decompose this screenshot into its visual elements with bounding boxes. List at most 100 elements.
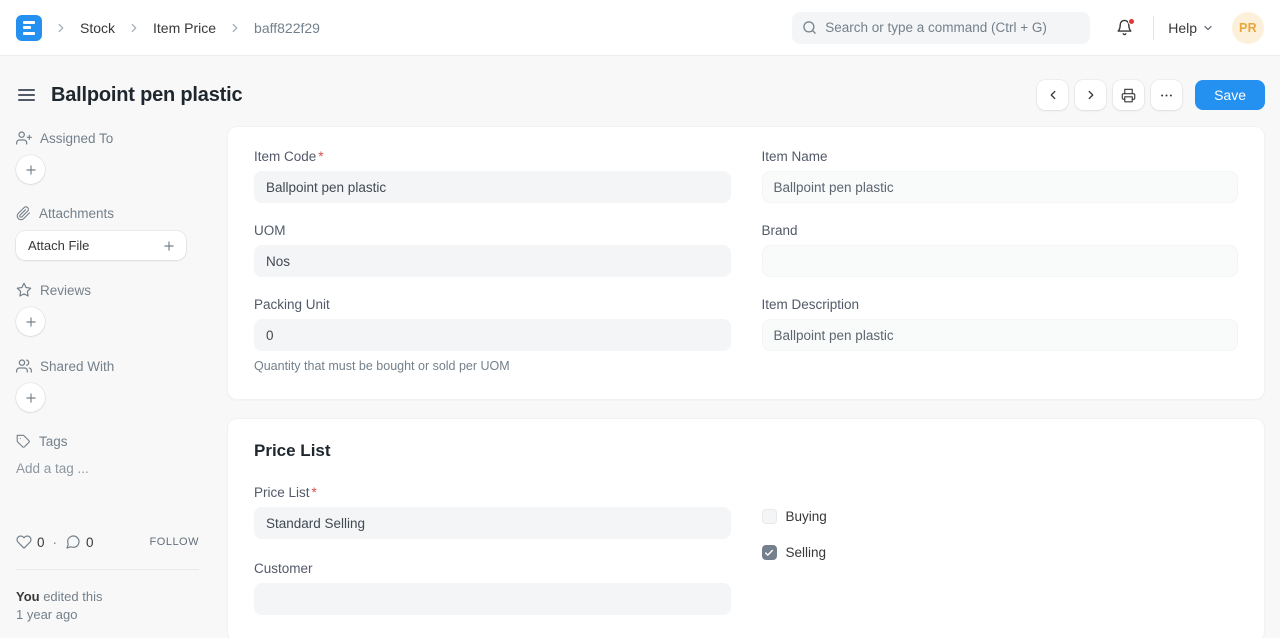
item-code-field: Item Code*: [254, 149, 731, 203]
plus-icon: [24, 163, 38, 177]
plus-icon: [24, 315, 38, 329]
packing-unit-help: Quantity that must be bought or sold per…: [254, 359, 731, 373]
sidebar-toggle-icon[interactable]: [16, 85, 37, 105]
add-assignment-button[interactable]: [16, 155, 45, 184]
item-name-label: Item Name: [762, 149, 1239, 164]
sidebar-footer: 0 · 0 FOLLOW You edited this 1 year ago: [16, 534, 199, 624]
save-button[interactable]: Save: [1195, 80, 1265, 110]
chevron-right-icon: [226, 21, 244, 35]
notification-dot: [1128, 18, 1135, 25]
plus-icon: [162, 239, 176, 253]
edited-by: You: [16, 589, 40, 604]
dot-separator: ·: [53, 535, 58, 550]
required-marker: *: [312, 485, 317, 500]
packing-unit-input[interactable]: [254, 319, 731, 351]
user-plus-icon: [16, 130, 32, 146]
required-marker: *: [318, 149, 323, 164]
edited-action: edited this: [40, 589, 103, 604]
more-options-button[interactable]: [1151, 80, 1182, 110]
customer-field: Customer: [254, 561, 731, 615]
brand-field: Brand: [762, 223, 1239, 277]
chevron-left-icon: [1046, 88, 1060, 102]
packing-unit-label: Packing Unit: [254, 297, 731, 312]
chevron-right-icon: [125, 21, 143, 35]
print-button[interactable]: [1113, 80, 1144, 110]
breadcrumb: Stock Item Price baff822f29: [16, 15, 320, 41]
assigned-to-section: Assigned To: [16, 130, 199, 184]
buying-checkbox[interactable]: [762, 509, 777, 524]
like-button[interactable]: 0: [16, 534, 45, 550]
item-description-label: Item Description: [762, 297, 1239, 312]
add-share-button[interactable]: [16, 383, 45, 412]
tags-label: Tags: [39, 434, 68, 449]
plus-icon: [24, 391, 38, 405]
item-code-label: Item Code*: [254, 149, 731, 164]
buying-checkbox-row[interactable]: Buying: [762, 509, 1239, 524]
add-tag-input[interactable]: Add a tag ...: [16, 461, 199, 476]
attach-file-button[interactable]: Attach File: [16, 231, 186, 260]
page-title: Ballpoint pen plastic: [51, 84, 242, 107]
heart-icon: [16, 534, 32, 550]
navbar-divider: [1153, 16, 1154, 40]
top-navbar: Stock Item Price baff822f29 Help: [0, 0, 1280, 56]
sidebar-divider: [16, 569, 199, 570]
price-list-section-heading: Price List: [254, 441, 1238, 461]
item-name-input[interactable]: [762, 171, 1239, 203]
global-search[interactable]: [792, 12, 1090, 44]
printer-icon: [1121, 88, 1136, 103]
uom-input[interactable]: [254, 245, 731, 277]
engagement-row: 0 · 0 FOLLOW: [16, 534, 199, 550]
attachments-label: Attachments: [39, 206, 114, 221]
selling-label: Selling: [786, 545, 827, 560]
reviews-label: Reviews: [40, 283, 91, 298]
chevron-down-icon: [1202, 22, 1214, 34]
breadcrumb-stock[interactable]: Stock: [80, 20, 115, 36]
follow-button[interactable]: FOLLOW: [150, 536, 199, 548]
attachments-section: Attachments Attach File: [16, 206, 199, 260]
edited-when: 1 year ago: [16, 607, 77, 622]
search-input[interactable]: [825, 20, 1080, 35]
avatar-initials: PR: [1239, 21, 1257, 35]
breadcrumb-item-price[interactable]: Item Price: [153, 20, 216, 36]
avatar[interactable]: PR: [1232, 12, 1264, 44]
buying-label: Buying: [786, 509, 827, 524]
help-menu[interactable]: Help: [1168, 20, 1214, 36]
attach-file-label: Attach File: [28, 238, 89, 253]
brand-input[interactable]: [762, 245, 1239, 277]
shared-with-label: Shared With: [40, 359, 114, 374]
uom-field: UOM: [254, 223, 731, 277]
item-details-card: Item Code* Item Name UOM Brand: [227, 126, 1265, 400]
packing-unit-field: Packing Unit Quantity that must be bough…: [254, 297, 731, 373]
likes-count: 0: [37, 535, 45, 550]
breadcrumb-current-doc[interactable]: baff822f29: [254, 20, 320, 36]
app-logo[interactable]: [16, 15, 42, 41]
chevron-right-icon: [1084, 88, 1098, 102]
price-list-card: Price List Price List* Customer: [227, 418, 1265, 638]
ellipsis-icon: [1159, 88, 1174, 103]
notifications-button[interactable]: [1112, 15, 1137, 40]
price-list-input[interactable]: [254, 507, 731, 539]
price-list-field: Price List*: [254, 485, 731, 539]
comment-icon: [65, 534, 81, 550]
prev-document-button[interactable]: [1037, 80, 1068, 110]
form-sidebar: Assigned To Attachments Attach File: [16, 126, 199, 638]
item-code-input[interactable]: [254, 171, 731, 203]
assigned-to-label: Assigned To: [40, 131, 113, 146]
comments-button[interactable]: 0: [65, 534, 94, 550]
customer-input[interactable]: [254, 583, 731, 615]
item-description-input[interactable]: [762, 319, 1239, 351]
users-icon: [16, 358, 32, 374]
selling-checkbox-row[interactable]: Selling: [762, 545, 1239, 560]
search-icon: [802, 20, 817, 35]
next-document-button[interactable]: [1075, 80, 1106, 110]
check-icon: [764, 548, 774, 558]
form-main: Item Code* Item Name UOM Brand: [227, 126, 1265, 638]
item-description-field: Item Description: [762, 297, 1239, 373]
help-label: Help: [1168, 20, 1197, 36]
item-name-field: Item Name: [762, 149, 1239, 203]
add-review-button[interactable]: [16, 307, 45, 336]
shared-with-section: Shared With: [16, 358, 199, 412]
star-icon: [16, 282, 32, 298]
selling-checkbox[interactable]: [762, 545, 777, 560]
last-edited-info: You edited this 1 year ago: [16, 588, 199, 624]
